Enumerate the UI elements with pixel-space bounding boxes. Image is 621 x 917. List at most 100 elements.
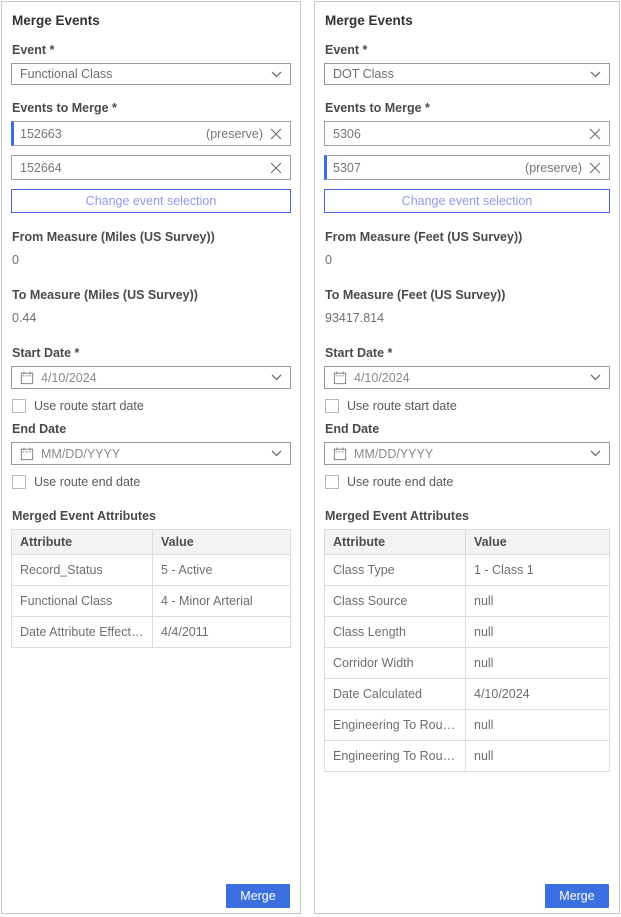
attribute-name: Date Calculated <box>325 679 466 710</box>
attribute-name: Date Attribute Effective <box>12 617 153 648</box>
use-route-start-date-label: Use route start date <box>34 399 144 413</box>
table-row: Engineering To RouteID null <box>325 710 610 741</box>
attribute-value: null <box>466 586 610 617</box>
attribute-value: null <box>466 617 610 648</box>
event-label: Event * <box>325 43 610 57</box>
start-date-select[interactable]: 4/10/2024 <box>324 366 610 389</box>
table-row: Class Type 1 - Class 1 <box>325 555 610 586</box>
attribute-name: Class Length <box>325 617 466 648</box>
use-route-end-date-checkbox[interactable] <box>12 475 26 489</box>
attribute-name: Functional Class <box>12 586 153 617</box>
column-header-attribute: Attribute <box>12 530 153 555</box>
column-header-value: Value <box>153 530 291 555</box>
use-route-start-date-label: Use route start date <box>347 399 457 413</box>
use-route-start-date-checkbox[interactable] <box>325 399 339 413</box>
column-header-attribute: Attribute <box>325 530 466 555</box>
calendar-icon <box>20 371 34 385</box>
chevron-down-icon <box>271 71 282 78</box>
event-id-field[interactable]: 5306 <box>324 121 610 146</box>
end-date-label: End Date <box>325 422 610 436</box>
chevron-down-icon <box>590 71 601 78</box>
from-measure-label: From Measure (Miles (US Survey)) <box>12 230 291 244</box>
event-id-value: 152663 <box>20 127 206 141</box>
end-date-placeholder: MM/DD/YYYY <box>354 447 584 461</box>
chevron-down-icon <box>590 450 601 457</box>
attribute-value: null <box>466 710 610 741</box>
page-title: Merge Events <box>12 13 291 28</box>
merge-button[interactable]: Merge <box>545 884 609 908</box>
event-select-value: DOT Class <box>333 67 584 81</box>
calendar-icon <box>333 447 347 461</box>
change-event-selection-button[interactable]: Change event selection <box>324 189 610 213</box>
close-icon[interactable] <box>270 162 282 174</box>
change-event-selection-button[interactable]: Change event selection <box>11 189 291 213</box>
page-title: Merge Events <box>325 13 610 28</box>
attribute-name: Class Source <box>325 586 466 617</box>
merge-button[interactable]: Merge <box>226 884 290 908</box>
preserve-tag: (preserve) <box>206 127 263 141</box>
table-row: Functional Class 4 - Minor Arterial <box>12 586 291 617</box>
preserve-tag: (preserve) <box>525 161 582 175</box>
attribute-value: 1 - Class 1 <box>466 555 610 586</box>
use-route-end-date-row: Use route end date <box>325 474 610 490</box>
chevron-down-icon <box>590 374 601 381</box>
attribute-name: Class Type <box>325 555 466 586</box>
calendar-icon <box>20 447 34 461</box>
table-header-row: Attribute Value <box>325 530 610 555</box>
use-route-start-date-checkbox[interactable] <box>12 399 26 413</box>
event-id-field[interactable]: 5307 (preserve) <box>324 155 610 180</box>
attribute-name: Record_Status <box>12 555 153 586</box>
event-select[interactable]: Functional Class <box>11 63 291 85</box>
attribute-value: 4 - Minor Arterial <box>153 586 291 617</box>
attribute-name: Corridor Width <box>325 648 466 679</box>
attribute-value: null <box>466 648 610 679</box>
use-route-start-date-row: Use route start date <box>12 398 291 414</box>
use-route-end-date-row: Use route end date <box>12 474 291 490</box>
merged-event-attributes-label: Merged Event Attributes <box>12 509 291 523</box>
table-row: Class Length null <box>325 617 610 648</box>
event-id-value: 5306 <box>333 127 582 141</box>
event-id-field[interactable]: 152663 (preserve) <box>11 121 291 146</box>
attribute-name: Engineering To RouteID <box>325 710 466 741</box>
events-to-merge-label: Events to Merge * <box>325 101 610 115</box>
from-measure-label: From Measure (Feet (US Survey)) <box>325 230 610 244</box>
table-row: Record_Status 5 - Active <box>12 555 291 586</box>
event-id-value: 5307 <box>333 161 525 175</box>
chevron-down-icon <box>271 450 282 457</box>
use-route-end-date-checkbox[interactable] <box>325 475 339 489</box>
attribute-value: 4/10/2024 <box>466 679 610 710</box>
event-id-field[interactable]: 152664 <box>11 155 291 180</box>
close-icon[interactable] <box>589 162 601 174</box>
attributes-table: Attribute Value Record_Status 5 - Active… <box>11 529 291 648</box>
start-date-value: 4/10/2024 <box>354 371 584 385</box>
from-measure-value: 0 <box>325 253 610 267</box>
end-date-placeholder: MM/DD/YYYY <box>41 447 265 461</box>
close-icon[interactable] <box>270 128 282 140</box>
start-date-label: Start Date * <box>12 346 291 360</box>
event-select[interactable]: DOT Class <box>324 63 610 85</box>
merge-events-panel-left: Merge Events Event * Functional Class Ev… <box>1 1 301 914</box>
close-icon[interactable] <box>589 128 601 140</box>
event-id-value: 152664 <box>20 161 263 175</box>
merged-event-attributes-label: Merged Event Attributes <box>325 509 610 523</box>
events-to-merge-label: Events to Merge * <box>12 101 291 115</box>
column-header-value: Value <box>466 530 610 555</box>
event-label: Event * <box>12 43 291 57</box>
merge-events-screen: Merge Events Event * Functional Class Ev… <box>0 0 621 917</box>
end-date-select[interactable]: MM/DD/YYYY <box>11 442 291 465</box>
attribute-value: 5 - Active <box>153 555 291 586</box>
table-row: Corridor Width null <box>325 648 610 679</box>
table-row: Class Source null <box>325 586 610 617</box>
to-measure-label: To Measure (Feet (US Survey)) <box>325 288 610 302</box>
calendar-icon <box>333 371 347 385</box>
start-date-select[interactable]: 4/10/2024 <box>11 366 291 389</box>
to-measure-value: 0.44 <box>12 311 291 325</box>
end-date-select[interactable]: MM/DD/YYYY <box>324 442 610 465</box>
start-date-label: Start Date * <box>325 346 610 360</box>
table-row: Date Attribute Effective 4/4/2011 <box>12 617 291 648</box>
attribute-value: 4/4/2011 <box>153 617 291 648</box>
merge-events-panel-right: Merge Events Event * DOT Class Events to… <box>314 1 620 914</box>
to-measure-value: 93417.814 <box>325 311 610 325</box>
start-date-value: 4/10/2024 <box>41 371 265 385</box>
from-measure-value: 0 <box>12 253 291 267</box>
